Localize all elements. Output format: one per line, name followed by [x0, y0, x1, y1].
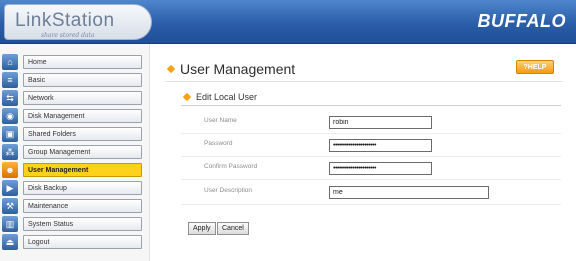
row-divider — [181, 156, 561, 157]
password-input[interactable] — [329, 139, 432, 152]
help-button[interactable]: ?HELP — [516, 60, 554, 74]
confirm-password-input[interactable] — [329, 162, 432, 175]
sidebar-item-label: Group Management — [23, 145, 142, 159]
buffalo-logo: BUFFALO — [477, 11, 566, 31]
page-title-row: User Management — [166, 61, 296, 77]
user-description-input[interactable] — [329, 186, 489, 199]
sidebar-item-user-management[interactable]: ☻ User Management — [2, 162, 142, 178]
sidebar-item-maintenance[interactable]: ⚒ Maintenance — [2, 198, 142, 214]
app-header: LinkStation share stored data BUFFALO — [0, 0, 576, 44]
sidebar-item-label: Disk Management — [23, 109, 142, 123]
title-divider — [165, 81, 563, 82]
group-icon: ⁂ — [2, 144, 18, 160]
user-name-input[interactable] — [329, 116, 432, 129]
row-divider — [181, 133, 561, 134]
basic-icon: ≡ — [2, 72, 18, 88]
linkstation-logo: LinkStation share stored data — [4, 4, 152, 40]
backup-icon: ▶ — [2, 180, 18, 196]
logout-icon: ⏏ — [2, 234, 18, 250]
sidebar-item-label: System Status — [23, 217, 142, 231]
sidebar-item-disk-backup[interactable]: ▶ Disk Backup — [2, 180, 142, 196]
section-divider — [181, 105, 561, 106]
sidebar-item-group-management[interactable]: ⁂ Group Management — [2, 144, 142, 160]
status-icon: ▥ — [2, 216, 18, 232]
sidebar-item-network[interactable]: ⇆ Network — [2, 90, 142, 106]
sidebar-item-label: User Management — [23, 163, 142, 177]
row-divider — [181, 204, 561, 205]
user-name-label: User Name — [204, 117, 237, 124]
sidebar-item-label: Maintenance — [23, 199, 142, 213]
sidebar-item-logout[interactable]: ⏏ Logout — [2, 234, 142, 250]
folder-icon: ▣ — [2, 126, 18, 142]
sidebar-item-shared-folders[interactable]: ▣ Shared Folders — [2, 126, 142, 142]
disk-icon: ◉ — [2, 108, 18, 124]
sidebar-item-home[interactable]: ⌂ Home — [2, 54, 142, 70]
sidebar-item-basic[interactable]: ≡ Basic — [2, 72, 142, 88]
sidebar-item-label: Logout — [23, 235, 142, 249]
section-bullet-icon — [182, 92, 192, 102]
sidebar-item-label: Network — [23, 91, 142, 105]
sidebar-item-label: Disk Backup — [23, 181, 142, 195]
main-panel: User Management ?HELP Edit Local User Us… — [151, 44, 576, 261]
title-bullet-icon — [166, 64, 176, 74]
sidebar: ⌂ Home ≡ Basic ⇆ Network ◉ Disk Manageme… — [0, 44, 150, 261]
row-divider — [181, 179, 561, 180]
sidebar-item-label: Basic — [23, 73, 142, 87]
cancel-button[interactable]: Cancel — [217, 222, 249, 235]
sidebar-item-label: Home — [23, 55, 142, 69]
section-title: Edit Local User — [196, 92, 258, 102]
network-icon: ⇆ — [2, 90, 18, 106]
confirm-password-label: Confirm Password — [204, 163, 258, 170]
home-icon: ⌂ — [2, 54, 18, 70]
maintenance-icon: ⚒ — [2, 198, 18, 214]
sidebar-item-label: Shared Folders — [23, 127, 142, 141]
user-description-label: User Description — [204, 187, 253, 194]
page-title: User Management — [180, 61, 296, 77]
user-icon: ☻ — [2, 162, 18, 178]
apply-button[interactable]: Apply — [188, 222, 216, 235]
logo-tagline: share stored data — [41, 32, 95, 39]
section-header: Edit Local User — [182, 92, 258, 102]
sidebar-item-system-status[interactable]: ▥ System Status — [2, 216, 142, 232]
sidebar-item-disk-management[interactable]: ◉ Disk Management — [2, 108, 142, 124]
password-label: Password — [204, 140, 233, 147]
logo-text: LinkStation — [15, 10, 115, 31]
